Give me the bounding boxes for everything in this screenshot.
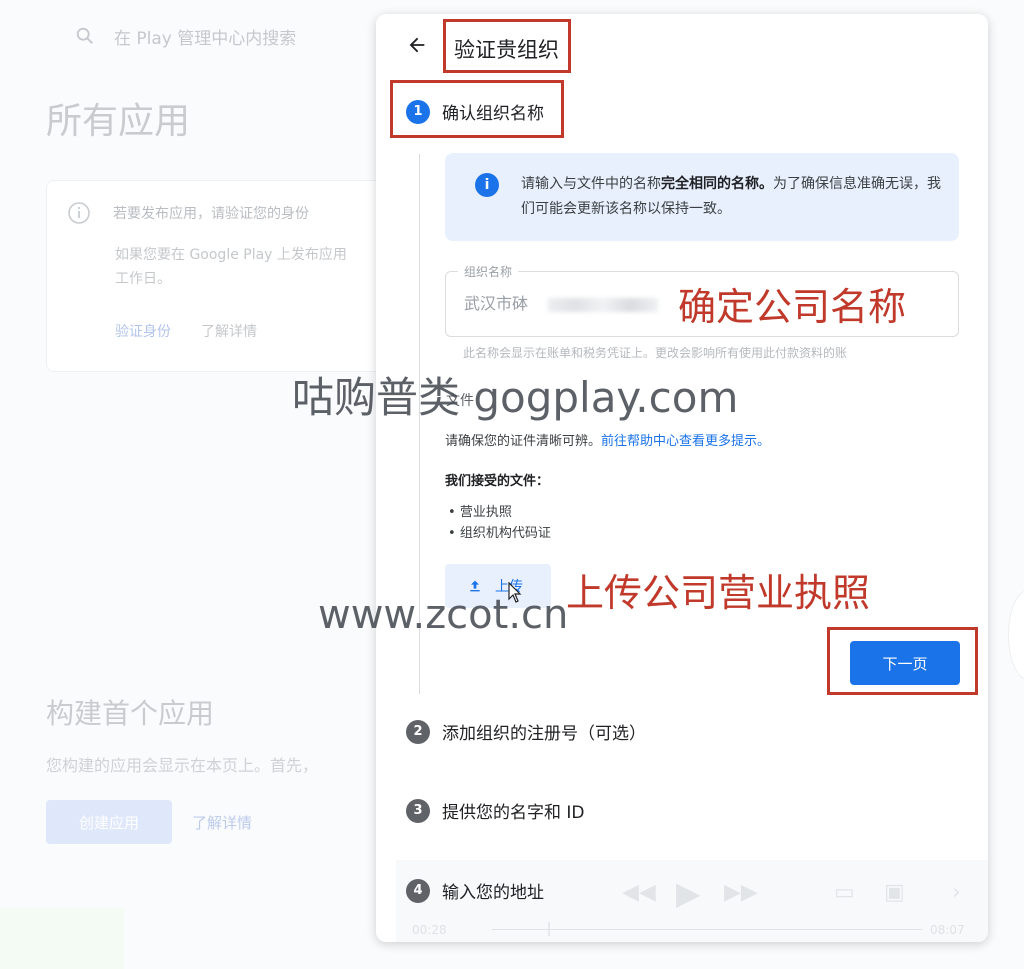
notice-body: 如果您要在 Google Play 上发布应用 [115, 247, 347, 263]
video-time-total: 08:07 [930, 923, 965, 937]
annotation-box-title [443, 19, 571, 73]
info-text: 请输入与文件中的名称完全相同的名称。为了确保信息准确无误，我们可能会更新该名称以… [521, 176, 941, 217]
annotation-box-next [827, 627, 978, 695]
decorative-arc [1008, 590, 1024, 680]
step-4-header[interactable]: 4 输入您的地址 [406, 878, 544, 903]
page-title: 所有应用 [46, 101, 191, 142]
list-item: 组织机构代码证 [448, 523, 551, 544]
video-time-current: 00:28 [412, 923, 447, 937]
rewind-icon[interactable]: ◀◀ [622, 880, 656, 905]
build-title: 构建首个应用 [46, 697, 215, 730]
step-3-header[interactable]: 3 提供您的名字和 ID [406, 798, 585, 823]
step-label: 添加组织的注册号（可选） [442, 724, 646, 744]
video-progress-knob[interactable] [547, 922, 550, 936]
fast-forward-icon[interactable]: ▶▶ [724, 880, 758, 905]
info-outline-icon [68, 202, 90, 224]
cast-icon[interactable]: ▭ [834, 880, 855, 905]
chevron-right-icon[interactable]: › [952, 880, 961, 905]
notice-body-2: 工作日。 [115, 271, 171, 287]
step-label: 提供您的名字和 ID [442, 803, 585, 823]
watermark-zcot: www.zcot.cn [318, 592, 569, 638]
info-icon: i [475, 173, 499, 197]
back-arrow-icon[interactable] [406, 34, 428, 62]
picture-in-picture-icon[interactable]: ▣ [884, 880, 905, 905]
accepted-documents-list: 营业执照 组织机构代码证 [448, 502, 551, 544]
field-hint: 此名称会显示在账单和税务凭证上。更改会影响所有使用此付款资料的账 [463, 346, 848, 360]
step-2-header[interactable]: 2 添加组织的注册号（可选） [406, 719, 646, 744]
learn-more-link[interactable]: 了解详情 [201, 321, 257, 341]
verify-notice-card: 若要发布应用，请验证您的身份 如果您要在 Google Play 上发布应用 工作… [46, 180, 386, 372]
search-icon [76, 27, 93, 44]
redacted-text [548, 298, 658, 312]
list-item: 营业执照 [448, 502, 551, 523]
field-label: 组织名称 [458, 263, 519, 280]
document-description: 请确保您的证件清晰可辨。前往帮助中心查看更多提示。 [445, 434, 771, 449]
annotation-box-step [390, 80, 564, 138]
verify-organization-panel: 验证贵组织 1 确认组织名称 i 请输入与文件中的名称完全相同的名称。为了确保信… [376, 14, 988, 942]
help-center-link[interactable]: 前往帮助中心查看更多提示。 [601, 434, 770, 449]
video-progress-track[interactable] [492, 929, 922, 930]
accepted-documents-title: 我们接受的文件： [445, 474, 550, 489]
search-bar[interactable]: 在 Play 管理中心内搜索 [60, 14, 370, 58]
build-description: 您构建的应用会显示在本页上。首先， [46, 756, 319, 775]
verify-identity-link[interactable]: 验证身份 [115, 321, 171, 341]
annotation-confirm-name: 确定公司名称 [678, 285, 907, 329]
build-learn-more-link[interactable]: 了解详情 [192, 812, 252, 833]
create-app-button[interactable]: 创建应用 [46, 800, 172, 844]
watermark-gogplay: 咕购普类 gogplay.com [292, 373, 739, 422]
search-placeholder: 在 Play 管理中心内搜索 [114, 28, 297, 49]
decorative-block [0, 908, 124, 969]
notice-title: 若要发布应用，请验证您的身份 [113, 206, 309, 222]
annotation-upload-license: 上传公司营业执照 [566, 571, 871, 615]
step-number-badge: 4 [406, 878, 430, 903]
step-label: 输入您的地址 [442, 883, 544, 903]
play-icon[interactable]: ▶ [676, 874, 701, 912]
step-number-badge: 3 [406, 798, 430, 823]
step-number-badge: 2 [406, 719, 430, 744]
info-banner: i 请输入与文件中的名称完全相同的名称。为了确保信息准确无误，我们可能会更新该名… [445, 153, 959, 241]
